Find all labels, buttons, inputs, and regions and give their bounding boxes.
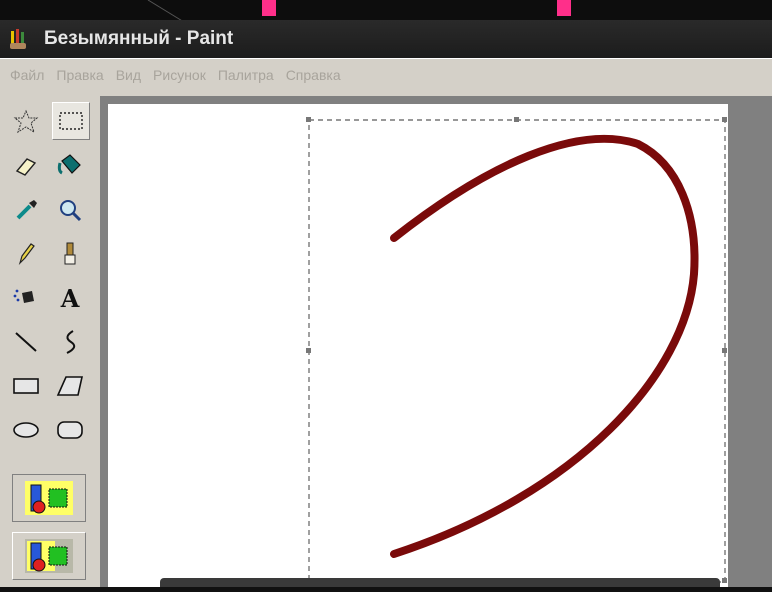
text-tool-glyph: A bbox=[60, 283, 80, 313]
airbrush-icon[interactable] bbox=[8, 280, 44, 316]
selection-handle bbox=[722, 348, 727, 353]
drawn-curve bbox=[390, 134, 699, 558]
free-form-select-icon[interactable] bbox=[8, 104, 44, 140]
pick-color-icon[interactable] bbox=[8, 192, 44, 228]
selection-handle bbox=[722, 117, 727, 122]
rounded-rectangle-icon[interactable] bbox=[52, 412, 88, 448]
pencil-icon[interactable] bbox=[8, 236, 44, 272]
selection-handle bbox=[514, 117, 519, 122]
menu-file[interactable]: Файл bbox=[10, 67, 44, 83]
curve-icon[interactable] bbox=[52, 324, 88, 360]
rectangle-icon[interactable] bbox=[8, 368, 44, 404]
fill-with-color-icon[interactable] bbox=[52, 148, 88, 184]
selection-handle bbox=[722, 578, 727, 583]
window-title: Безымянный - Paint bbox=[44, 28, 234, 49]
select-icon[interactable] bbox=[52, 102, 90, 140]
polygon-icon[interactable] bbox=[52, 368, 88, 404]
paint-palette-icon bbox=[10, 29, 26, 49]
line-icon[interactable] bbox=[8, 324, 44, 360]
toolbox: A bbox=[4, 96, 96, 587]
magnifier-icon[interactable] bbox=[52, 192, 88, 228]
opaque-selection-icon[interactable] bbox=[12, 474, 86, 522]
menu-edit[interactable]: Правка bbox=[56, 67, 103, 83]
eraser-icon[interactable] bbox=[8, 148, 44, 184]
menu-image[interactable]: Рисунок bbox=[153, 67, 206, 83]
selection-handle bbox=[306, 348, 311, 353]
selection-handle bbox=[306, 117, 311, 122]
menu-view[interactable]: Вид bbox=[116, 67, 141, 83]
title-bar: Безымянный - Paint bbox=[0, 20, 772, 58]
pink-marker-left bbox=[262, 0, 276, 16]
drawing-canvas[interactable] bbox=[108, 104, 728, 587]
pink-marker-right bbox=[557, 0, 571, 16]
selection-rectangle bbox=[308, 119, 726, 583]
canvas-drawing bbox=[306, 117, 727, 583]
brush-icon[interactable] bbox=[52, 236, 88, 272]
menu-help[interactable]: Справка bbox=[286, 67, 341, 83]
text-icon[interactable]: A bbox=[52, 280, 88, 316]
menu-colors[interactable]: Палитра bbox=[218, 67, 274, 83]
ellipse-icon[interactable] bbox=[8, 412, 44, 448]
transparent-selection-icon[interactable] bbox=[12, 532, 86, 580]
bottom-bar bbox=[160, 578, 720, 587]
menu-bar: Файл Правка Вид Рисунок Палитра Справка bbox=[0, 58, 772, 91]
